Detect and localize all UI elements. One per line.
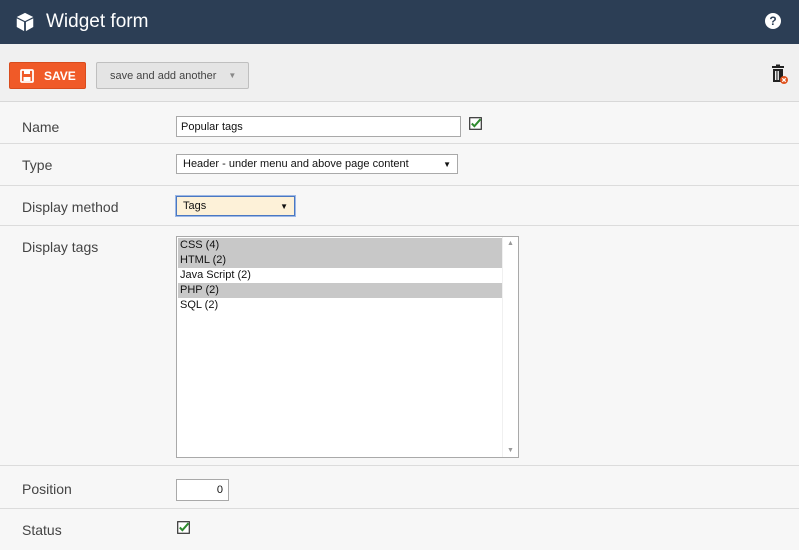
tag-option-sql[interactable]: SQL (2) bbox=[178, 298, 502, 313]
save-and-add-another-button[interactable]: save and add another ▼ bbox=[96, 62, 249, 89]
position-input-value: 0 bbox=[216, 484, 223, 496]
name-input[interactable]: Popular tags bbox=[176, 116, 461, 137]
position-label: Position bbox=[22, 481, 72, 497]
display-method-label: Display method bbox=[22, 199, 119, 215]
listbox-scrollbar[interactable]: ▲ ▼ bbox=[502, 237, 518, 457]
check-icon bbox=[469, 117, 482, 130]
display-method-select-value: Tags bbox=[183, 200, 207, 212]
tag-option-javascript[interactable]: Java Script (2) bbox=[178, 268, 502, 283]
name-label: Name bbox=[22, 119, 60, 135]
form-row-display-tags: Display tags CSS (4) HTML (2) Java Scrip… bbox=[0, 226, 799, 466]
app-header: Widget form ? bbox=[0, 0, 799, 44]
position-input[interactable]: 0 bbox=[176, 479, 229, 501]
page-title: Widget form bbox=[46, 11, 149, 32]
toolbar: SAVE save and add another ▼ bbox=[0, 44, 799, 102]
save-button[interactable]: SAVE bbox=[9, 62, 86, 89]
display-tags-listbox[interactable]: CSS (4) HTML (2) Java Script (2) PHP (2)… bbox=[176, 236, 519, 458]
type-select-value: Header - under menu and above page conte… bbox=[183, 158, 409, 170]
form-row-position: Position 0 bbox=[0, 466, 799, 509]
form-row-type: Type Header - under menu and above page … bbox=[0, 144, 799, 186]
form-row-status: Status bbox=[0, 509, 799, 550]
help-icon[interactable]: ? bbox=[765, 13, 781, 29]
status-label: Status bbox=[22, 522, 62, 538]
dropdown-arrow-icon: ▼ bbox=[443, 159, 451, 169]
scroll-up-icon[interactable]: ▲ bbox=[507, 240, 514, 247]
type-select[interactable]: Header - under menu and above page conte… bbox=[176, 154, 458, 174]
tag-option-html[interactable]: HTML (2) bbox=[178, 253, 502, 268]
save-button-label: SAVE bbox=[44, 68, 76, 83]
cube-icon bbox=[16, 12, 34, 32]
form-row-display-method: Display method Tags ▼ bbox=[0, 186, 799, 226]
trash-icon[interactable] bbox=[770, 64, 788, 84]
name-input-value: Popular tags bbox=[181, 120, 243, 133]
tag-option-php[interactable]: PHP (2) bbox=[178, 283, 502, 298]
form-row-name: Name Popular tags bbox=[0, 102, 799, 144]
floppy-disk-icon bbox=[20, 68, 34, 83]
type-label: Type bbox=[22, 157, 53, 173]
scroll-down-icon[interactable]: ▼ bbox=[507, 447, 514, 454]
caret-down-icon[interactable]: ▼ bbox=[228, 71, 236, 80]
display-method-select[interactable]: Tags ▼ bbox=[176, 196, 295, 216]
dropdown-arrow-icon: ▼ bbox=[280, 201, 288, 211]
save-and-add-another-label: save and add another bbox=[110, 69, 217, 82]
status-checkbox-icon[interactable] bbox=[177, 521, 190, 534]
tag-option-css[interactable]: CSS (4) bbox=[178, 238, 502, 253]
display-tags-label: Display tags bbox=[22, 239, 99, 255]
